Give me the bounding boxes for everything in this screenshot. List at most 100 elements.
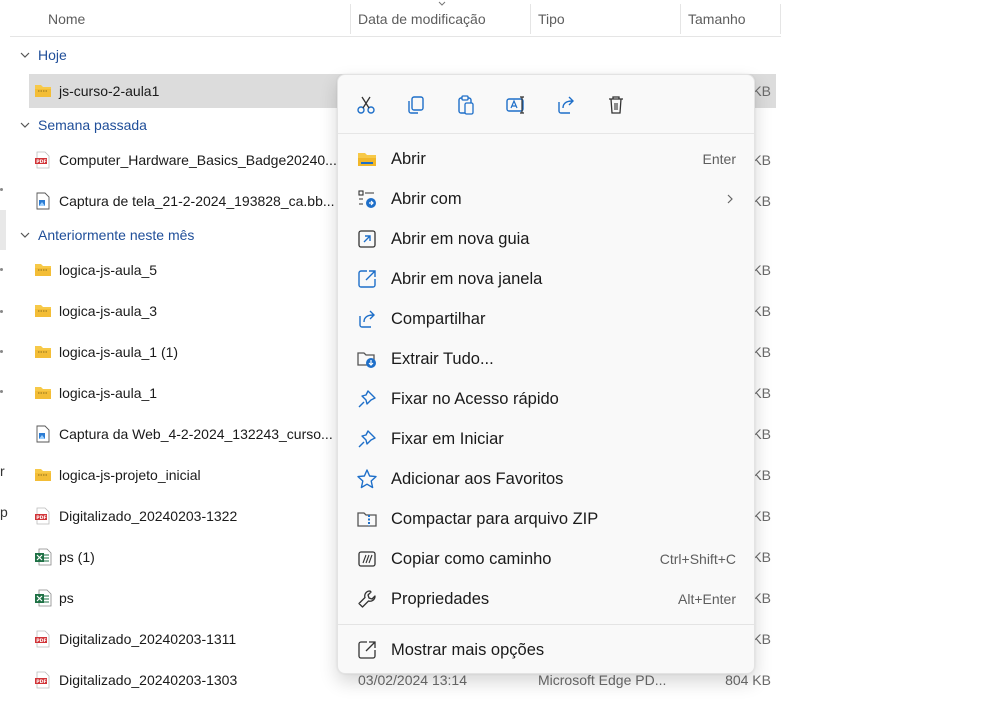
rename-button[interactable] — [501, 90, 531, 120]
svg-text:PDF: PDF — [36, 515, 46, 521]
open-with-icon — [358, 190, 376, 208]
menu-item-label: Copiar como caminho — [391, 550, 552, 568]
column-date-header[interactable]: Data de modificação — [358, 0, 486, 36]
new-tab-icon — [358, 230, 376, 248]
menu-item-propriedades[interactable]: Propriedades Alt+Enter — [338, 579, 754, 619]
menu-item-label: Fixar no Acesso rápido — [391, 390, 559, 408]
delete-button[interactable] — [601, 90, 631, 120]
column-size-header[interactable]: Tamanho — [688, 0, 746, 36]
menu-item-copiar-caminho[interactable]: Copiar como caminho Ctrl+Shift+C — [338, 539, 754, 579]
menu-item-label: Abrir em nova janela — [391, 270, 543, 288]
file-size: KB — [752, 303, 771, 319]
column-name-header[interactable]: Nome — [48, 0, 85, 36]
nav-pane-dot — [0, 268, 3, 271]
pin-icon — [358, 390, 376, 408]
nav-pane-dot — [0, 310, 3, 313]
file-name: Digitalizado_20240203-1303 — [59, 672, 238, 688]
chevron-right-icon — [727, 194, 733, 204]
excel-icon — [34, 589, 52, 607]
context-menu: Abrir Enter Abrir com Abrir em nova guia… — [337, 74, 755, 674]
chevron-down-icon — [20, 52, 30, 58]
group-header-last-week[interactable]: Semana passada — [20, 117, 147, 133]
folder-open-icon — [358, 153, 376, 166]
menu-item-extrair-tudo[interactable]: Extrair Tudo... — [338, 339, 754, 379]
nav-pane-dot — [0, 350, 3, 353]
column-header-bar: Nome Data de modificação Tipo Tamanho — [10, 0, 781, 37]
more-options-icon — [358, 641, 376, 659]
menu-item-label: Adicionar aos Favoritos — [391, 470, 564, 488]
column-divider[interactable] — [530, 4, 531, 34]
file-name: js-curso-2-aula1 — [59, 83, 160, 99]
file-size: KB — [752, 426, 771, 442]
rename-icon — [506, 96, 524, 114]
paste-button[interactable] — [451, 90, 481, 120]
menu-item-abrir-com[interactable]: Abrir com — [338, 179, 754, 219]
excel-icon — [34, 548, 52, 566]
zip-icon — [357, 512, 377, 527]
menu-item-abrir[interactable]: Abrir Enter — [338, 139, 754, 179]
column-divider[interactable] — [350, 4, 351, 34]
menu-item-label: Abrir com — [391, 190, 462, 208]
menu-item-fixar-iniciar[interactable]: Fixar em Iniciar — [338, 419, 754, 459]
file-name: ps (1) — [59, 549, 95, 565]
cut-icon — [357, 96, 375, 114]
svg-text:PDF: PDF — [36, 679, 46, 685]
menu-item-abrir-nova-guia[interactable]: Abrir em nova guia — [338, 219, 754, 259]
menu-item-shortcut: Ctrl+Shift+C — [659, 551, 736, 567]
menu-item-compactar-zip[interactable]: Compactar para arquivo ZIP — [338, 499, 754, 539]
file-name: Captura da Web_4-2-2024_132243_curso... — [59, 426, 333, 442]
menu-item-label: Propriedades — [391, 590, 490, 608]
nav-pane-scrollbar[interactable] — [0, 210, 6, 250]
new-window-icon — [358, 270, 376, 288]
chevron-down-icon — [20, 232, 30, 238]
file-size: KB — [752, 262, 771, 278]
file-size: KB — [752, 590, 771, 606]
file-size: KB — [752, 549, 771, 565]
menu-item-compartilhar[interactable]: Compartilhar — [338, 299, 754, 339]
group-header-today[interactable]: Hoje — [20, 47, 67, 63]
menu-item-shortcut: Alt+Enter — [678, 591, 736, 607]
nav-pane-text-fragment: r — [0, 463, 5, 479]
file-size: KB — [752, 508, 771, 524]
file-size: KB — [752, 385, 771, 401]
folder-zip-icon — [34, 343, 52, 361]
menu-item-label: Compartilhar — [391, 310, 486, 328]
column-divider[interactable] — [780, 4, 781, 34]
share-button[interactable] — [551, 90, 581, 120]
pdf-icon: PDF — [34, 671, 52, 689]
pdf-icon: PDF — [34, 507, 52, 525]
file-name: logica-js-aula_5 — [59, 262, 158, 278]
group-header-earlier-month[interactable]: Anteriormente neste mês — [20, 227, 194, 243]
copy-button[interactable] — [401, 90, 431, 120]
svg-text:PDF: PDF — [36, 638, 46, 644]
folder-zip-icon — [34, 302, 52, 320]
file-name: logica-js-aula_3 — [59, 303, 158, 319]
folder-zip-icon — [34, 466, 52, 484]
nav-pane-dot — [0, 188, 3, 191]
chevron-down-icon — [20, 122, 30, 128]
file-name: Digitalizado_20240203-1322 — [59, 508, 238, 524]
share-icon — [558, 96, 574, 114]
pin-icon — [358, 430, 376, 448]
cut-button[interactable] — [351, 90, 381, 120]
menu-item-abrir-nova-janela[interactable]: Abrir em nova janela — [338, 259, 754, 299]
column-divider[interactable] — [680, 4, 681, 34]
menu-item-adicionar-favoritos[interactable]: Adicionar aos Favoritos — [338, 459, 754, 499]
group-label: Anteriormente neste mês — [38, 227, 195, 243]
copy-icon — [408, 96, 424, 114]
file-name: logica-js-aula_1 (1) — [59, 344, 179, 360]
file-name: Computer_Hardware_Basics_Badge20240... — [59, 152, 337, 168]
column-type-header[interactable]: Tipo — [538, 0, 565, 36]
file-size: KB — [752, 83, 771, 99]
nav-pane-dot — [0, 390, 3, 393]
menu-item-fixar-acesso-rapido[interactable]: Fixar no Acesso rápido — [338, 379, 754, 419]
folder-zip-icon — [34, 384, 52, 402]
file-name: logica-js-projeto_inicial — [59, 467, 201, 483]
file-name: logica-js-aula_1 — [59, 385, 158, 401]
copy-path-icon — [358, 551, 376, 567]
file-name: Digitalizado_20240203-1311 — [59, 631, 237, 647]
nav-pane-text-fragment: p — [0, 504, 8, 520]
menu-item-mostrar-mais-opcoes[interactable]: Mostrar mais opções — [338, 630, 754, 670]
delete-icon — [609, 96, 623, 114]
image-file-icon — [34, 425, 52, 443]
